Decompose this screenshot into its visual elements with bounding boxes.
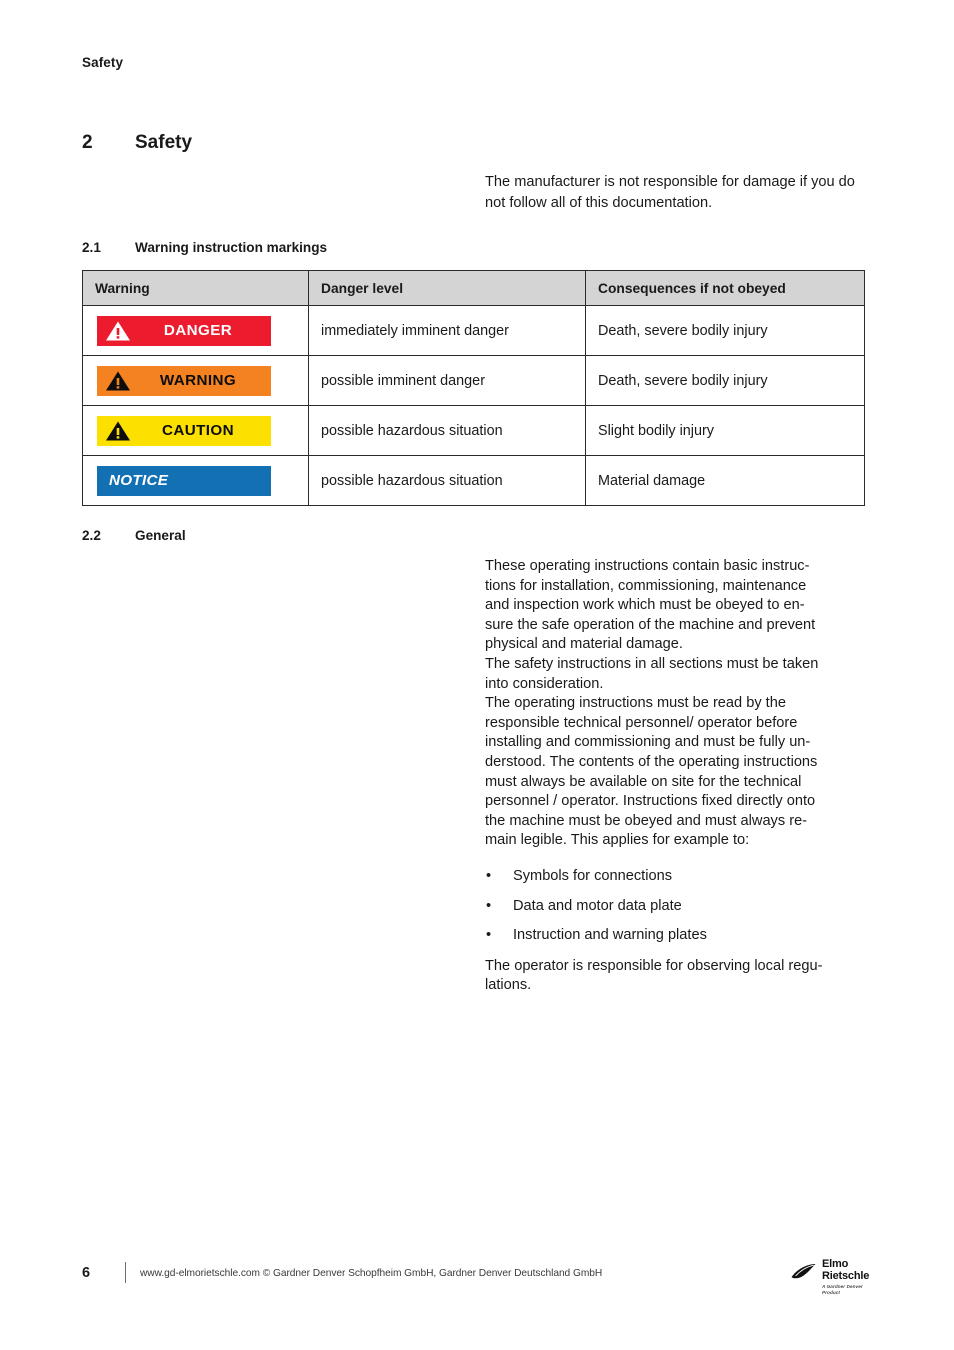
logo-tagline: A Gardner Denver Product bbox=[822, 1284, 863, 1295]
warning-badge: WARNING bbox=[97, 365, 271, 396]
brand-logo: Elmo Rietschle A Gardner Denver Product bbox=[790, 1258, 882, 1295]
warning-badge-cell: NOTICE bbox=[82, 455, 309, 506]
chapter-number: 2 bbox=[82, 132, 93, 153]
signal-word: NOTICE bbox=[109, 471, 169, 489]
intro-paragraph: The manufacturer is not responsible for … bbox=[485, 174, 855, 211]
general-body-column: These operating instructions contain bas… bbox=[485, 557, 863, 996]
list-item: • Data and motor data plate bbox=[485, 897, 863, 917]
logo-line-1: Elmo bbox=[822, 1258, 849, 1270]
column-header-danger-level: Danger level bbox=[308, 270, 586, 306]
list-item-label: Instruction and warning plates bbox=[513, 927, 707, 944]
list-item: • Symbols for connections bbox=[485, 867, 863, 887]
footer-divider bbox=[125, 1262, 126, 1283]
section-heading-general: 2.2 General bbox=[82, 528, 186, 543]
danger-badge: DANGER bbox=[97, 315, 271, 346]
caution-badge: CAUTION bbox=[97, 415, 271, 446]
document-page: Safety 2 Safety The manufacturer is not r… bbox=[0, 0, 954, 1350]
running-header: Safety bbox=[82, 55, 124, 70]
general-bullet-list: • Symbols for connections • Data and mot… bbox=[485, 867, 863, 946]
section-title: Warning instruction markings bbox=[135, 240, 328, 255]
warning-triangle-icon bbox=[106, 321, 130, 340]
page-number: 6 bbox=[82, 1265, 91, 1281]
section-number: 2.1 bbox=[82, 240, 101, 255]
general-paragraph-1: These operating instructions contain bas… bbox=[485, 558, 819, 849]
logo-line-2: Rietschle bbox=[822, 1269, 870, 1282]
page-title: 2 Safety bbox=[82, 132, 192, 154]
danger-level-cell: possible imminent danger bbox=[308, 355, 586, 406]
section-heading-warning-markings: 2.1 Warning instruction markings bbox=[82, 240, 327, 255]
warning-instruction-table: Warning Danger level Consequences if not… bbox=[82, 270, 865, 506]
logo-wordmark: Elmo Rietschle A Gardner Denver Product bbox=[822, 1258, 882, 1296]
column-header-consequences: Consequences if not obeyed bbox=[585, 270, 865, 306]
table-row: WARNING possible imminent danger Death, … bbox=[82, 355, 865, 406]
signal-word: WARNING bbox=[159, 371, 237, 389]
section-title: General bbox=[135, 528, 186, 543]
bullet-icon: • bbox=[486, 897, 492, 914]
consequences-cell: Death, severe bodily injury bbox=[585, 305, 865, 356]
table-header-row: Warning Danger level Consequences if not… bbox=[82, 270, 865, 306]
footer-copyright: www.gd-elmorietschle.com © Gardner Denve… bbox=[140, 1268, 603, 1279]
list-item-label: Symbols for connections bbox=[513, 867, 672, 884]
warning-badge-cell: DANGER bbox=[82, 305, 309, 356]
danger-level-cell: immediately imminent danger bbox=[308, 305, 586, 356]
section-number: 2.2 bbox=[82, 528, 101, 543]
table-row: CAUTION possible hazardous situation Sli… bbox=[82, 405, 865, 456]
list-item: • Instruction and warning plates bbox=[485, 926, 863, 946]
consequences-cell: Slight bodily injury bbox=[585, 405, 865, 456]
danger-level-cell: possible hazardous situation bbox=[308, 405, 586, 456]
warning-badge-cell: WARNING bbox=[82, 355, 309, 406]
bullet-icon: • bbox=[486, 867, 492, 884]
signal-word: DANGER bbox=[163, 321, 233, 339]
bullet-icon: • bbox=[486, 927, 492, 944]
danger-level-cell: possible hazardous situation bbox=[308, 455, 586, 506]
table-row: NOTICE possible hazardous situation Mate… bbox=[82, 455, 865, 506]
notice-badge: NOTICE bbox=[97, 465, 271, 496]
signal-word: CAUTION bbox=[162, 421, 234, 439]
consequences-cell: Material damage bbox=[585, 455, 865, 506]
warning-triangle-icon bbox=[106, 371, 130, 390]
warning-triangle-icon bbox=[106, 421, 130, 440]
chapter-title: Safety bbox=[135, 132, 193, 153]
column-header-warning: Warning bbox=[82, 270, 309, 306]
general-paragraph-2: The operator is responsible for observin… bbox=[485, 957, 823, 994]
consequences-cell: Death, severe bodily injury bbox=[585, 355, 865, 406]
elmo-rietschle-blade-icon bbox=[791, 1264, 816, 1279]
list-item-label: Data and motor data plate bbox=[513, 897, 682, 914]
warning-badge-cell: CAUTION bbox=[82, 405, 309, 456]
table-row: DANGER immediately imminent danger Death… bbox=[82, 305, 865, 356]
